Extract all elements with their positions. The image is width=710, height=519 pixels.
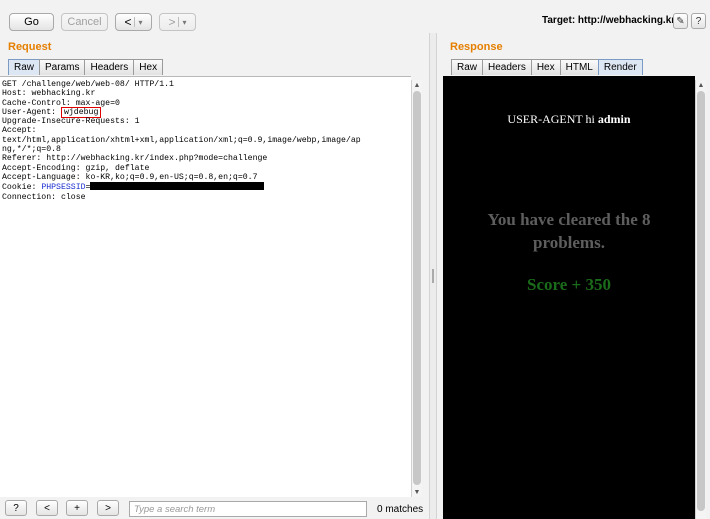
help-button[interactable]: ? — [691, 13, 706, 29]
request-title: Request — [8, 41, 52, 53]
scroll-down-icon[interactable]: ▼ — [412, 487, 422, 497]
request-line: Host: webhacking.kr — [2, 89, 96, 99]
back-dropdown-icon: ▾ — [138, 17, 143, 27]
search-input[interactable] — [129, 501, 367, 517]
divider-grip-icon[interactable] — [432, 269, 434, 283]
back-arrow-icon: < — [124, 15, 132, 29]
request-tab-params[interactable]: Params — [39, 59, 86, 75]
scroll-up-icon[interactable]: ▲ — [696, 80, 706, 90]
user-agent-key: User-Agent: — [2, 107, 61, 117]
request-line: Upgrade-Insecure-Requests: 1 — [2, 117, 140, 127]
request-line: Connection: close — [2, 192, 86, 202]
response-title: Response — [450, 41, 503, 53]
forward-dropdown-icon: ▾ — [182, 17, 187, 27]
target-label: Target: http://webhacking.kr — [542, 15, 676, 26]
greeting-user: admin — [597, 112, 631, 126]
search-add-button[interactable]: + — [66, 500, 88, 516]
request-tab-headers[interactable]: Headers — [84, 59, 135, 75]
next-icon: > — [105, 502, 111, 514]
response-tab-render[interactable]: Render — [597, 59, 643, 75]
plus-icon: + — [74, 502, 80, 514]
search-help-button[interactable]: ? — [5, 500, 27, 516]
request-scroll-thumb[interactable] — [413, 91, 421, 485]
forward-separator — [177, 17, 179, 27]
request-line: GET /challenge/web/web-08/ HTTP/1.1 — [2, 80, 174, 89]
response-scrollbar[interactable]: ▲ — [695, 80, 706, 519]
user-agent-value: wjdebug — [63, 107, 99, 117]
request-line: Accept-Encoding: gzip, deflate — [2, 163, 150, 173]
cleared-message: You have cleared the 8 problems. — [443, 208, 695, 254]
search-prev-button[interactable]: < — [36, 500, 58, 516]
response-tab-html[interactable]: HTML — [559, 59, 599, 75]
cancel-button-label: Cancel — [67, 16, 102, 28]
request-code[interactable]: GET /challenge/web/web-08/ HTTP/1.1 Host… — [0, 77, 411, 202]
forward-arrow-icon: > — [168, 15, 176, 29]
back-separator — [133, 17, 135, 27]
request-tab-hex[interactable]: Hex — [133, 59, 164, 75]
request-line: ng,*/*;q=0.8 — [2, 145, 61, 155]
request-scrollbar[interactable]: ▲ ▼ — [411, 80, 422, 497]
request-line: Accept: — [2, 126, 37, 136]
request-editor[interactable]: GET /challenge/web/web-08/ HTTP/1.1 Host… — [0, 76, 411, 497]
go-button-label: Go — [24, 16, 39, 28]
cookie-key: Cookie: — [2, 183, 42, 193]
redacted-cookie-value — [90, 182, 265, 191]
panel-divider[interactable] — [429, 33, 437, 519]
request-line: Accept-Language: ko-KR,ko;q=0.9,en-US;q=… — [2, 172, 258, 182]
request-line: text/html,application/xhtml+xml,applicat… — [2, 135, 361, 145]
request-tabs: Raw Params Headers Hex — [8, 59, 164, 75]
cleared-text: You have cleared the 8 problems. — [487, 210, 651, 252]
previous-icon: < — [44, 502, 50, 514]
response-tab-raw[interactable]: Raw — [451, 59, 484, 75]
forward-button[interactable]: > ▾ — [159, 13, 196, 31]
pencil-icon: ✎ — [676, 15, 685, 27]
search-next-button[interactable]: > — [97, 500, 119, 516]
greeting-prefix: USER-AGENT hi — [507, 112, 598, 126]
request-line: Referer: http://webhacking.kr/index.php?… — [2, 154, 268, 164]
help-icon: ? — [695, 15, 702, 27]
user-agent-greeting: USER-AGENT hi admin — [443, 112, 695, 127]
cookie-name: PHPSESSID — [41, 183, 86, 193]
rendered-response: USER-AGENT hi admin You have cleared the… — [443, 76, 695, 519]
response-scroll-thumb[interactable] — [697, 91, 705, 511]
scroll-up-icon[interactable]: ▲ — [412, 80, 422, 90]
response-tab-headers[interactable]: Headers — [482, 59, 532, 75]
match-count: 0 matches — [377, 504, 424, 515]
response-tabs: Raw Headers Hex HTML Render — [451, 59, 643, 75]
request-tab-raw[interactable]: Raw — [8, 59, 41, 75]
go-button[interactable]: Go — [9, 13, 54, 31]
help-icon: ? — [13, 502, 19, 514]
cancel-button[interactable]: Cancel — [61, 13, 108, 31]
score-message: Score + 350 — [527, 275, 611, 294]
back-button[interactable]: < ▾ — [115, 13, 152, 31]
response-tab-hex[interactable]: Hex — [530, 59, 561, 75]
edit-target-button[interactable]: ✎ — [673, 13, 688, 29]
